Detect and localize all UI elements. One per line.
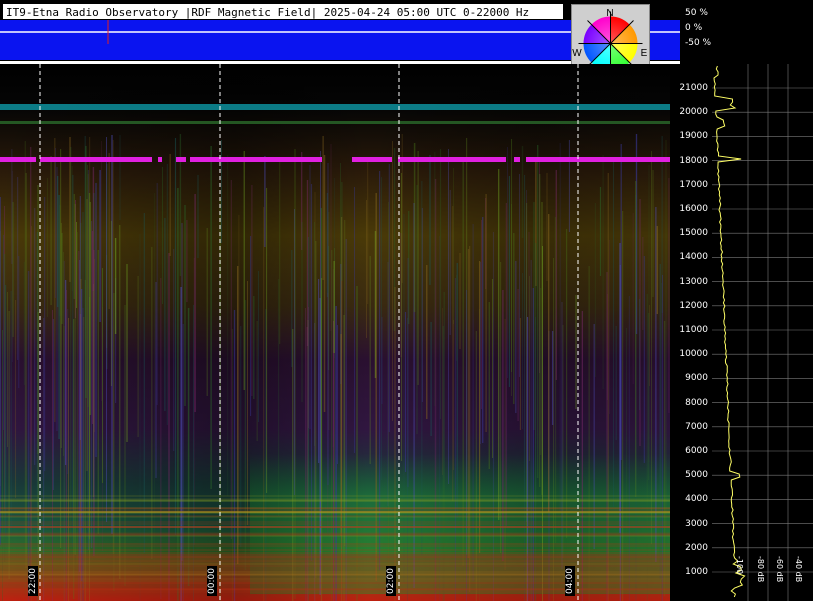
frequency-tick-label: 4000	[685, 495, 708, 504]
frequency-tick-label: 14000	[679, 253, 708, 262]
frequency-tick-label: 13000	[679, 278, 708, 287]
signal-segment	[0, 157, 36, 162]
signal-segment	[526, 157, 670, 162]
pct-label: 50 %	[685, 8, 708, 18]
frequency-tick-label: 16000	[679, 205, 708, 214]
compass-north: N	[606, 8, 613, 19]
frequency-tick-label: 3000	[685, 520, 708, 529]
db-tick-label: -40 dB	[794, 556, 803, 582]
time-tick-label: 04:00	[565, 566, 575, 596]
spectrogram	[0, 64, 670, 601]
frequency-tick-label: 8000	[685, 399, 708, 408]
pct-label: -50 %	[685, 38, 711, 48]
db-tick-label: -80 dB	[756, 556, 765, 582]
frequency-tick-label: 1000	[685, 568, 708, 577]
signal-segment	[176, 157, 186, 162]
pct-label: 0 %	[685, 23, 702, 33]
signal-segment	[158, 157, 162, 162]
compass-west: W	[572, 48, 582, 59]
frequency-tick-label: 18000	[679, 157, 708, 166]
db-tick-label: -100	[735, 556, 744, 574]
frequency-tick-label: 17000	[679, 181, 708, 190]
spectrum-panel	[712, 64, 813, 601]
signal-segment	[40, 157, 152, 162]
frequency-tick-label: 20000	[679, 108, 708, 117]
signal-segment	[352, 157, 392, 162]
frequency-tick-label: 5000	[685, 471, 708, 480]
signal-segment	[398, 157, 506, 162]
frequency-tick-label: 21000	[679, 84, 708, 93]
frequency-tick-label: 15000	[679, 229, 708, 238]
frequency-tick-label: 6000	[685, 447, 708, 456]
signal-segment	[190, 157, 322, 162]
spectrum-trace	[714, 66, 745, 597]
frequency-tick-label: 9000	[685, 374, 708, 383]
db-tick-label: -60 dB	[775, 556, 784, 582]
signal-segment	[514, 157, 520, 162]
spectrum-grid	[712, 64, 813, 601]
time-tick-label: 22:00	[28, 566, 38, 596]
frequency-tick-label: 7000	[685, 423, 708, 432]
frequency-tick-label: 2000	[685, 544, 708, 553]
time-tick-label: 02:00	[386, 566, 396, 596]
frequency-tick-label: 11000	[679, 326, 708, 335]
frequency-axis: 21000 20000 19000 18000 17000 16000 15000 14000…	[670, 64, 712, 601]
time-tick-label: 00:00	[207, 566, 217, 596]
page-title: IT9-Etna Radio Observatory |RDF Magnetic…	[2, 3, 564, 20]
compass-east: E	[641, 48, 648, 59]
frequency-tick-label: 10000	[679, 350, 708, 359]
frequency-tick-label: 12000	[679, 302, 708, 311]
frequency-tick-label: 19000	[679, 132, 708, 141]
